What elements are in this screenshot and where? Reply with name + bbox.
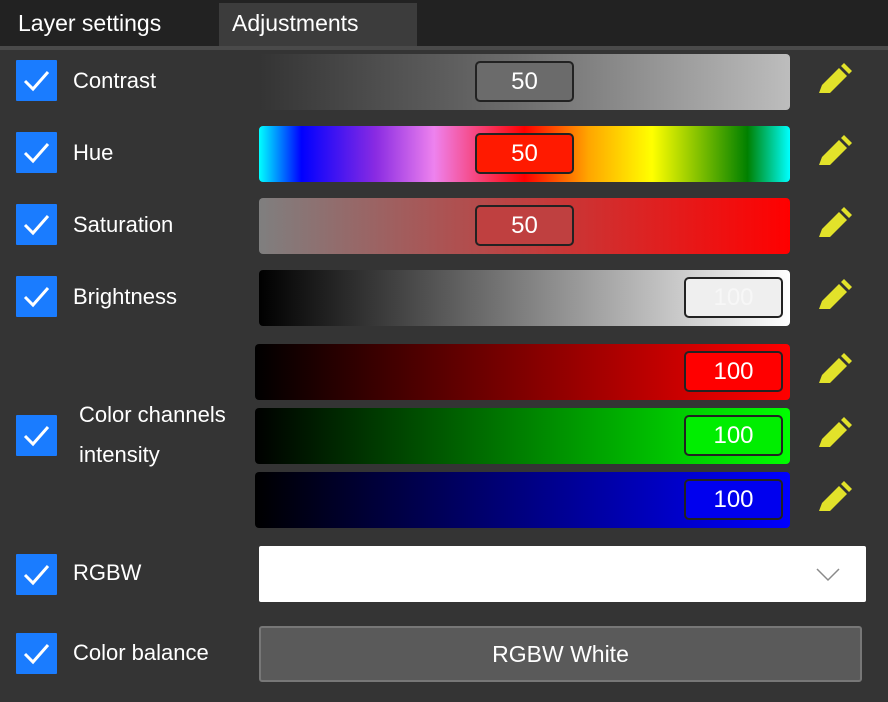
color-channels-checkbox[interactable] (16, 415, 57, 456)
rgbw-checkbox[interactable] (16, 554, 57, 595)
check-icon (23, 215, 50, 236)
rgbw-white-button[interactable]: RGBW White (259, 626, 862, 682)
brightness-value[interactable]: 100 (684, 277, 783, 318)
green-channel-value[interactable]: 100 (684, 415, 783, 456)
hue-value[interactable]: 50 (475, 133, 574, 174)
check-icon (23, 287, 50, 308)
check-icon (23, 71, 50, 92)
color-channels-label-line1: Color channels (79, 402, 226, 427)
red-channel-value[interactable]: 100 (684, 351, 783, 392)
pencil-icon[interactable] (815, 352, 853, 390)
chevron-down-icon (816, 568, 840, 582)
color-balance-label: Color balance (73, 640, 209, 665)
pencil-icon[interactable] (815, 416, 853, 454)
red-channel-slider[interactable]: 100 (255, 344, 790, 400)
blue-channel-slider[interactable]: 100 (255, 472, 790, 528)
contrast-checkbox[interactable] (16, 60, 57, 101)
pencil-icon[interactable] (815, 62, 853, 100)
saturation-checkbox[interactable] (16, 204, 57, 245)
pencil-icon[interactable] (815, 134, 853, 172)
brightness-slider[interactable]: 100 (259, 270, 790, 326)
rgbw-label: RGBW (73, 560, 142, 585)
color-balance-checkbox[interactable] (16, 633, 57, 674)
check-icon (23, 565, 50, 586)
tab-bar: Layer settings Adjustments (0, 0, 888, 46)
hue-checkbox[interactable] (16, 132, 57, 173)
hue-label: Hue (73, 140, 114, 165)
brightness-checkbox[interactable] (16, 276, 57, 317)
check-icon (23, 426, 50, 447)
saturation-label: Saturation (73, 212, 174, 237)
blue-channel-value[interactable]: 100 (684, 479, 783, 520)
hue-slider[interactable]: 50 (259, 126, 790, 182)
contrast-slider[interactable]: 50 (259, 54, 790, 110)
color-channels-label-line2: intensity (79, 442, 160, 467)
tab-divider (0, 46, 888, 50)
pencil-icon[interactable] (815, 278, 853, 316)
green-channel-slider[interactable]: 100 (255, 408, 790, 464)
contrast-label: Contrast (73, 68, 157, 93)
rgbw-dropdown[interactable] (259, 546, 866, 602)
tab-adjustments[interactable]: Adjustments (219, 3, 417, 46)
check-icon (23, 644, 50, 665)
pencil-icon[interactable] (815, 206, 853, 244)
tab-layer-settings[interactable]: Layer settings (0, 3, 218, 46)
saturation-value[interactable]: 50 (475, 205, 574, 246)
brightness-label: Brightness (73, 284, 177, 309)
saturation-slider[interactable]: 50 (259, 198, 790, 254)
contrast-value[interactable]: 50 (475, 61, 574, 102)
check-icon (23, 143, 50, 164)
pencil-icon[interactable] (815, 480, 853, 518)
